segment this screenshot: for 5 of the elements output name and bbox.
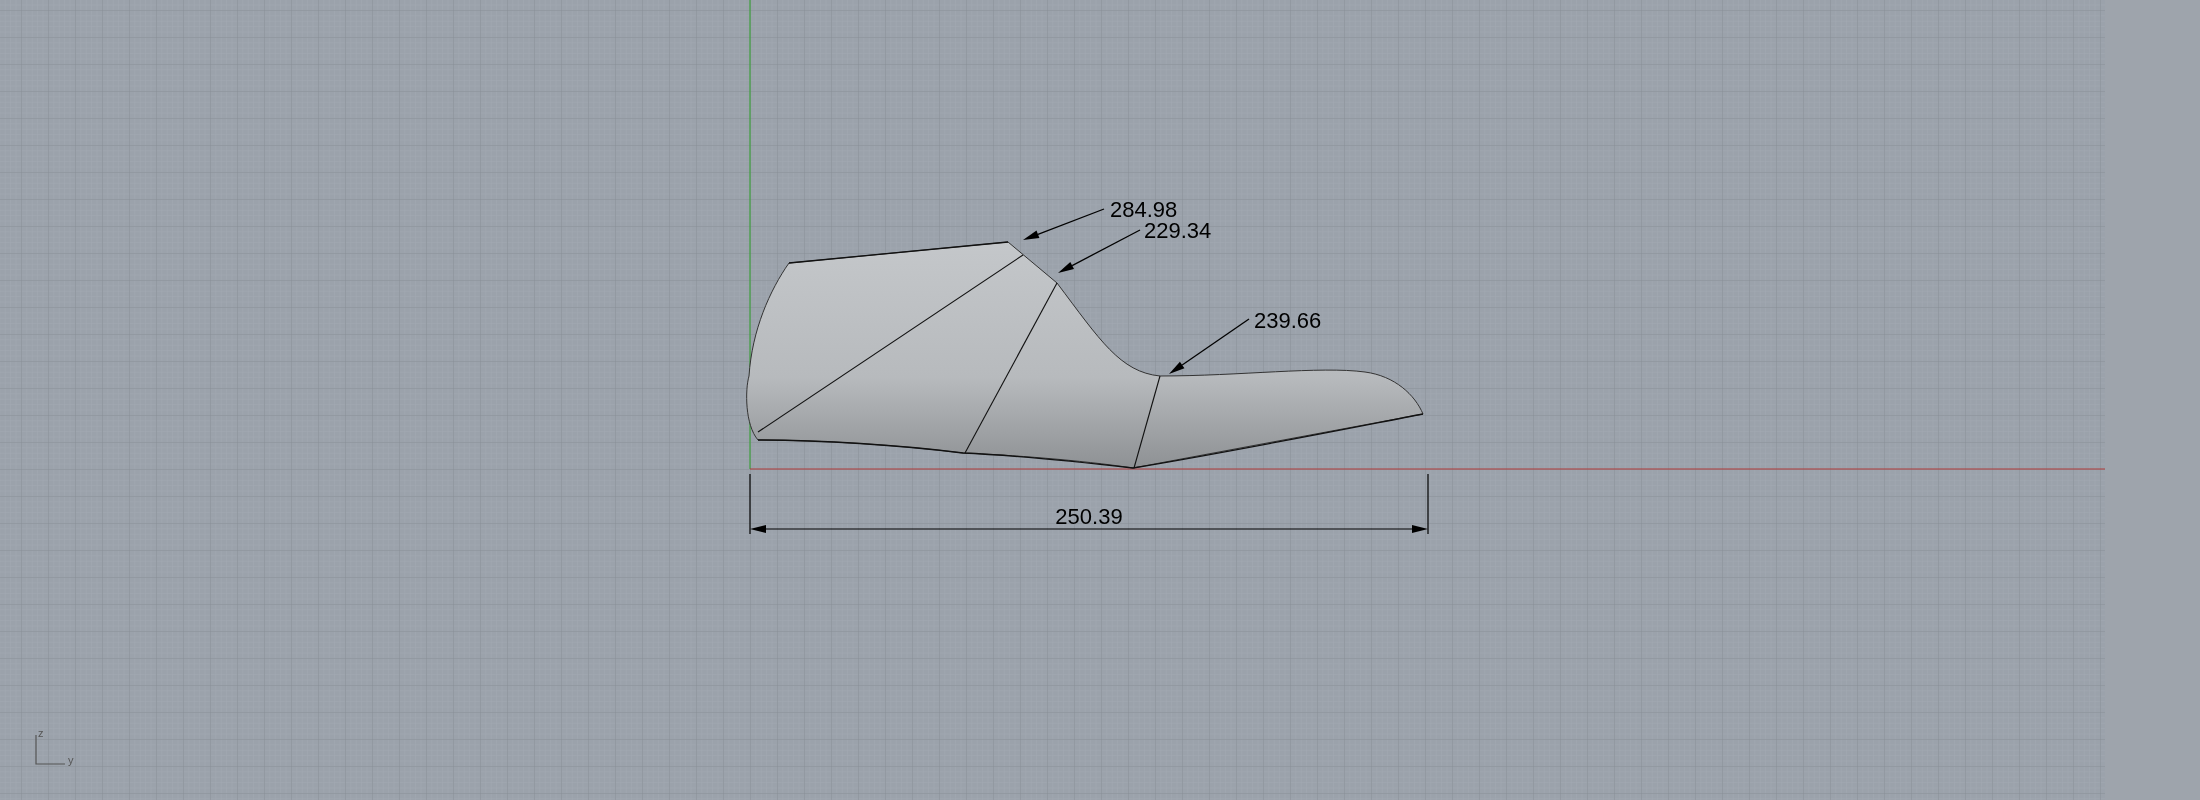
dimension-label: 239.66 <box>1254 308 1322 333</box>
axis-label: z <box>38 727 44 739</box>
axis-label: y <box>68 754 74 766</box>
dimension-label: 250.39 <box>1055 504 1123 529</box>
viewport[interactable]: 284.98 229.34 239.66 250.39 z y <box>0 0 2105 800</box>
